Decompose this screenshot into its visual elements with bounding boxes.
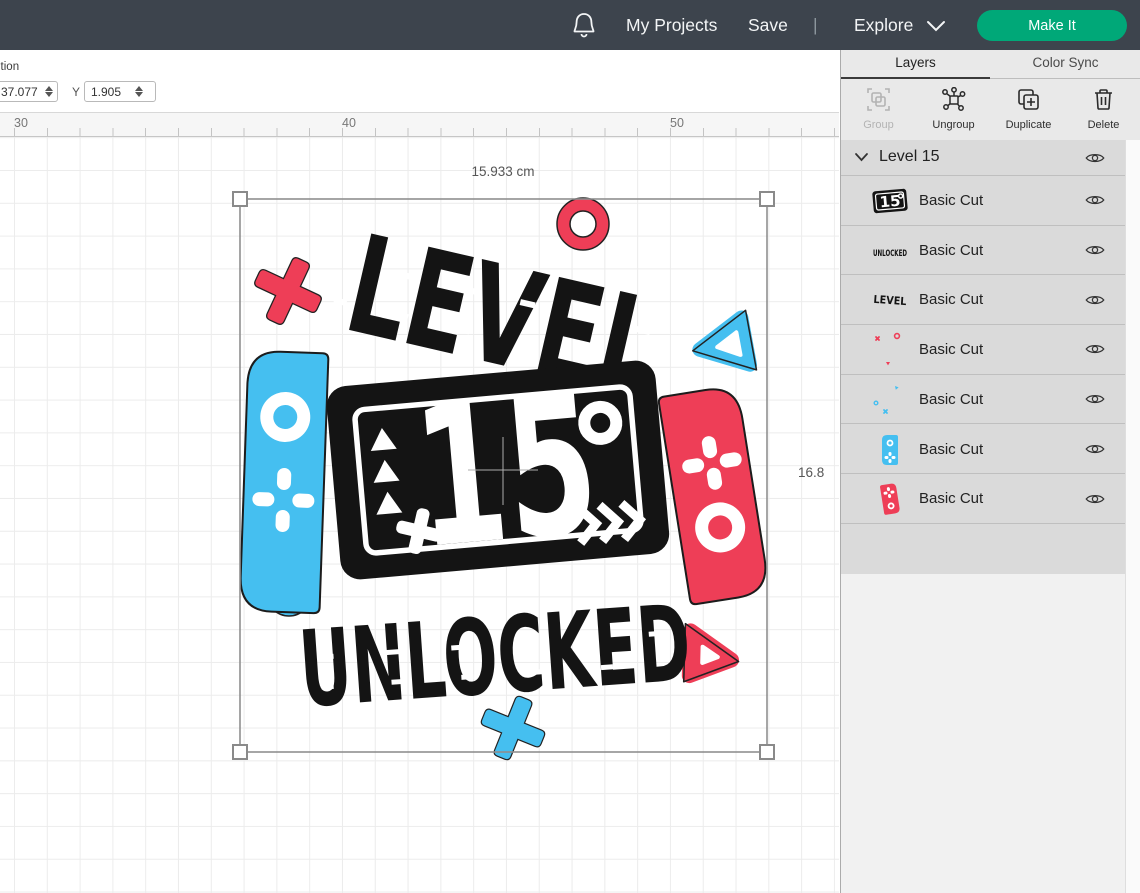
delete-button[interactable]: Delete [1066, 80, 1140, 140]
visibility-eye-icon[interactable] [1085, 492, 1105, 506]
thumb-level-text: LEVEL [871, 281, 909, 319]
layer-group-name: Level 15 [879, 148, 940, 166]
group-icon [866, 87, 891, 112]
explore-menu[interactable]: Explore [854, 0, 913, 50]
make-it-button[interactable]: Make It [977, 10, 1127, 41]
layer-row-level-text[interactable]: LEVEL Basic Cut [841, 275, 1140, 325]
thumb-red-joycon [871, 480, 909, 518]
selection-width-label: 15.933 cm [471, 164, 534, 179]
svg-text:UNLOCKED: UNLOCKED [295, 581, 694, 731]
visibility-eye-icon[interactable] [1085, 342, 1105, 356]
red-cross-shape[interactable] [243, 246, 333, 336]
my-projects-link[interactable]: My Projects [626, 0, 717, 50]
layer-list: Level 15 15 [841, 140, 1140, 893]
red-joycon-shape[interactable] [658, 385, 770, 605]
cricut-design-space-app: My Projects Save | Explore Make It ition… [0, 0, 1140, 893]
position-x-input[interactable] [1, 85, 43, 99]
selection-handle-bottom-right[interactable] [760, 745, 774, 759]
position-x-field[interactable] [0, 81, 58, 102]
unlocked-text[interactable]: UNLOCKED [295, 581, 694, 731]
canvas-area: ition Y 30 40 50 [0, 50, 839, 893]
position-toolbar: ition Y [0, 50, 839, 112]
visibility-eye-icon[interactable] [1085, 193, 1105, 207]
group-button[interactable]: Group [841, 80, 916, 140]
selection-height-label: 16.8 [798, 465, 824, 480]
panel-tabs: Layers Color Sync [841, 50, 1140, 79]
topbar-divider: | [813, 0, 818, 50]
visibility-eye-icon[interactable] [1085, 392, 1105, 406]
position-y-field[interactable] [84, 81, 156, 102]
duplicate-icon [1016, 87, 1041, 112]
ungroup-icon [941, 87, 966, 112]
selection-handle-top-left[interactable] [233, 192, 247, 206]
blue-triangle-shape[interactable] [688, 310, 756, 378]
layer-row-blue-confetti[interactable]: Basic Cut [841, 375, 1140, 425]
thumb-blue-joycon [871, 431, 909, 469]
svg-text:UNLOCKED: UNLOCKED [873, 248, 907, 258]
position-label: ition [0, 61, 19, 73]
ruler-mark-40: 40 [342, 116, 356, 130]
notifications-bell-icon[interactable] [572, 12, 596, 38]
ungroup-button[interactable]: Ungroup [916, 80, 991, 140]
selection-handle-bottom-left[interactable] [233, 745, 247, 759]
layer-tools: Group Ungroup Duplicate [841, 80, 1140, 140]
thumb-red-confetti [871, 331, 909, 369]
ruler-mark-30: 30 [14, 116, 28, 130]
svg-text:LEVEL: LEVEL [873, 293, 907, 308]
layer-row-red-confetti[interactable]: Basic Cut [841, 325, 1140, 375]
layer-list-scrollbar[interactable] [1125, 140, 1140, 893]
group-chevron-down-icon[interactable] [854, 152, 869, 162]
layer-row-unlocked-text[interactable]: UNLOCKED Basic Cut [841, 226, 1140, 276]
layer-row-blue-joycon[interactable]: Basic Cut [841, 425, 1140, 475]
position-y-stepper[interactable] [135, 86, 143, 97]
design-artwork[interactable]: LEVEL 15 [0, 137, 839, 893]
blue-joycon-shape[interactable] [239, 351, 328, 614]
design-canvas[interactable]: LEVEL 15 [0, 137, 839, 893]
selection-handle-top-right[interactable] [760, 192, 774, 206]
thumb-unlocked-text: UNLOCKED [871, 232, 909, 270]
horizontal-ruler: 30 40 50 [0, 112, 839, 137]
svg-text:15: 15 [879, 192, 901, 212]
visibility-eye-icon[interactable] [1085, 243, 1105, 257]
ruler-mark-50: 50 [670, 116, 684, 130]
visibility-eye-icon[interactable] [1085, 442, 1105, 456]
thumb-console-15: 15 [871, 182, 909, 220]
layers-panel: Layers Color Sync Group Ungroup [840, 50, 1140, 893]
position-y-input[interactable] [91, 85, 133, 99]
tab-layers[interactable]: Layers [841, 50, 990, 79]
position-y-label: Y [72, 85, 80, 99]
visibility-eye-icon[interactable] [1085, 293, 1105, 307]
group-visibility-eye-icon[interactable] [1085, 151, 1105, 165]
duplicate-button[interactable]: Duplicate [991, 80, 1066, 140]
layer-row-red-joycon[interactable]: Basic Cut [841, 474, 1140, 524]
top-bar: My Projects Save | Explore Make It [0, 0, 1140, 50]
console-15-shape[interactable]: 15 [324, 345, 672, 599]
svg-text:15: 15 [406, 351, 605, 592]
red-ring-shape[interactable] [557, 198, 609, 250]
position-x-stepper[interactable] [45, 86, 53, 97]
delete-icon [1091, 87, 1116, 112]
layer-group-level-15[interactable]: Level 15 [841, 140, 1140, 176]
tab-color-sync[interactable]: Color Sync [991, 50, 1140, 79]
explore-chevron-down-icon[interactable] [926, 20, 946, 32]
layer-row-console-15[interactable]: 15 Basic Cut [841, 176, 1140, 226]
save-link[interactable]: Save [748, 0, 788, 50]
thumb-blue-confetti [871, 381, 909, 419]
